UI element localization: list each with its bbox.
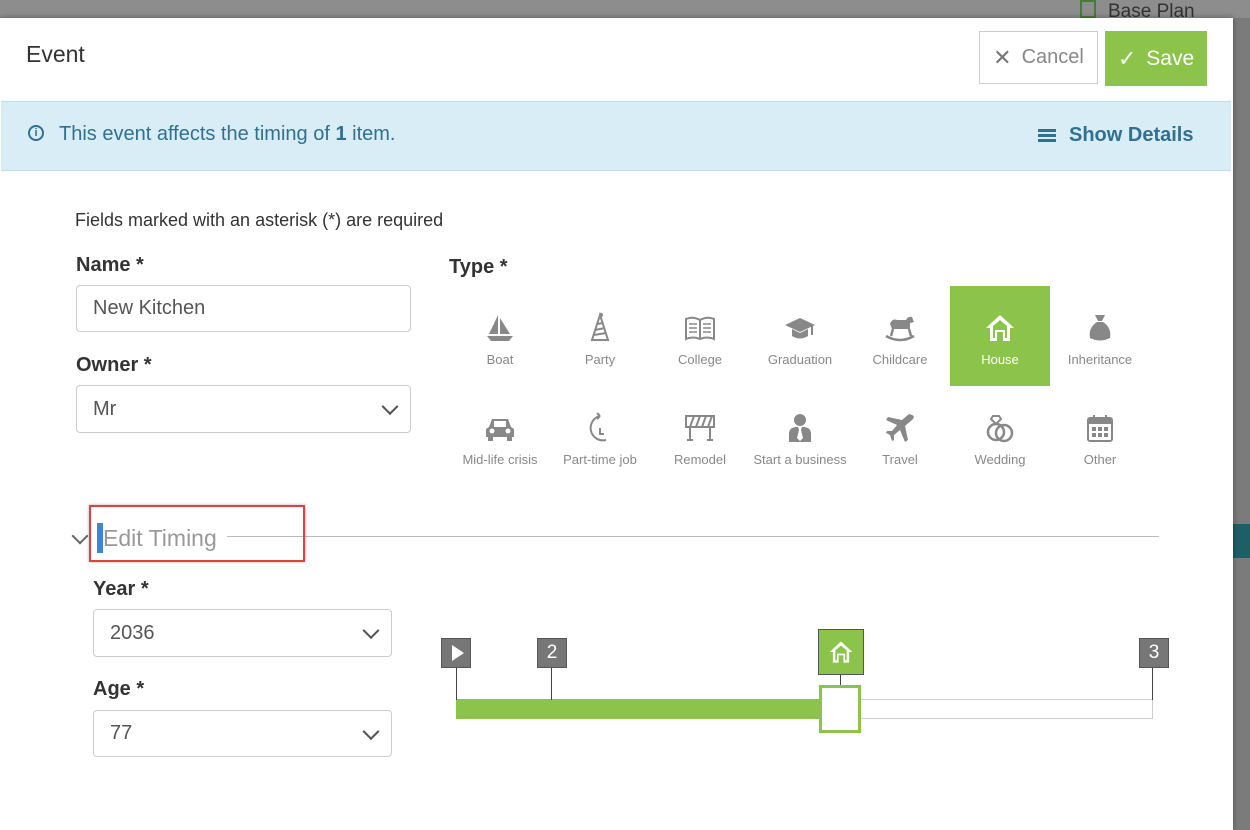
timeline-event-marker[interactable] [818,629,864,675]
info-banner: i This event affects the timing of 1 ite… [1,101,1231,171]
type-house[interactable]: House [950,286,1050,386]
type-graduation[interactable]: Graduation [750,286,850,386]
collapse-chevron-icon[interactable] [71,527,89,545]
check-icon: ✓ [1117,45,1137,71]
age-value: 77 [110,722,133,744]
marker-stem [456,668,457,700]
play-icon [451,645,464,661]
timeline-start-marker[interactable] [441,638,471,668]
businessman-icon [789,414,811,442]
age-label: Age * [93,678,145,700]
money-bag-icon [1089,315,1111,341]
timeline-marker-3[interactable]: 3 [1139,638,1169,668]
banner-message: This event affects the timing of 1 item. [59,123,396,145]
timeline-progress-fill [456,699,839,719]
cancel-button[interactable]: ✕ Cancel [979,31,1098,84]
calendar-icon [1087,415,1113,442]
plan-icon [1080,0,1096,18]
save-button[interactable]: ✓ Save [1105,31,1207,86]
type-remodel[interactable]: Remodel [650,386,750,486]
type-mid-life-crisis[interactable]: Mid-life crisis [450,386,550,486]
marker-stem [1152,668,1153,700]
section-divider [227,536,1159,537]
name-input[interactable]: New Kitchen [76,285,411,332]
year-select[interactable]: 2036 [93,609,392,657]
book-icon [685,316,715,341]
list-icon [1038,128,1056,143]
type-party[interactable]: Party [550,286,650,386]
type-inheritance[interactable]: Inheritance [1050,286,1150,386]
rocking-horse-icon [885,316,915,342]
info-icon: i [28,125,44,141]
type-start-a-business[interactable]: Start a business [750,386,850,486]
age-select[interactable]: 77 [93,710,392,757]
chevron-down-icon [362,622,380,640]
boat-icon [487,315,513,341]
annotation-highlight-box [89,505,305,562]
year-value: 2036 [110,621,155,644]
house-icon [986,315,1014,341]
party-hat-icon [590,312,610,341]
background-header [0,0,1250,18]
type-childcare[interactable]: Childcare [850,286,950,386]
rings-icon [986,415,1014,443]
background-teal-bar [1233,524,1250,558]
show-details-link[interactable]: Show Details [1038,124,1193,147]
type-wedding[interactable]: Wedding [950,386,1050,486]
owner-select[interactable]: Mr [76,385,411,433]
modal-title: Event [26,41,85,67]
airplane-icon [886,414,914,442]
year-label: Year * [93,578,149,600]
type-other[interactable]: Other [1050,386,1150,486]
cancel-label: Cancel [1021,46,1084,68]
marker-stem [551,668,552,700]
timeline-marker-2[interactable]: 2 [537,638,567,668]
clock-icon [589,412,607,442]
save-label: Save [1146,46,1195,70]
timeline-slider-handle[interactable] [819,685,861,733]
name-label: Name * [76,254,144,276]
graduation-cap-icon [785,318,815,339]
event-modal: Event ✕ Cancel ✓ Save i This event affec… [0,18,1233,830]
barrier-icon [685,415,715,441]
chevron-down-icon [381,398,399,416]
close-icon: ✕ [993,44,1012,70]
owner-value: Mr [93,397,117,420]
type-travel[interactable]: Travel [850,386,950,486]
chevron-down-icon [362,722,380,740]
background-panel [1233,18,1250,830]
background-plan-label: Base Plan [1080,0,1195,18]
type-college[interactable]: College [650,286,750,386]
owner-label: Owner * [76,354,152,376]
house-icon [829,641,853,663]
required-hint: Fields marked with an asterisk (*) are r… [75,210,444,230]
type-part-time-job[interactable]: Part-time job [550,386,650,486]
car-icon [486,419,514,441]
type-label: Type * [449,256,508,278]
type-boat[interactable]: Boat [450,286,550,386]
